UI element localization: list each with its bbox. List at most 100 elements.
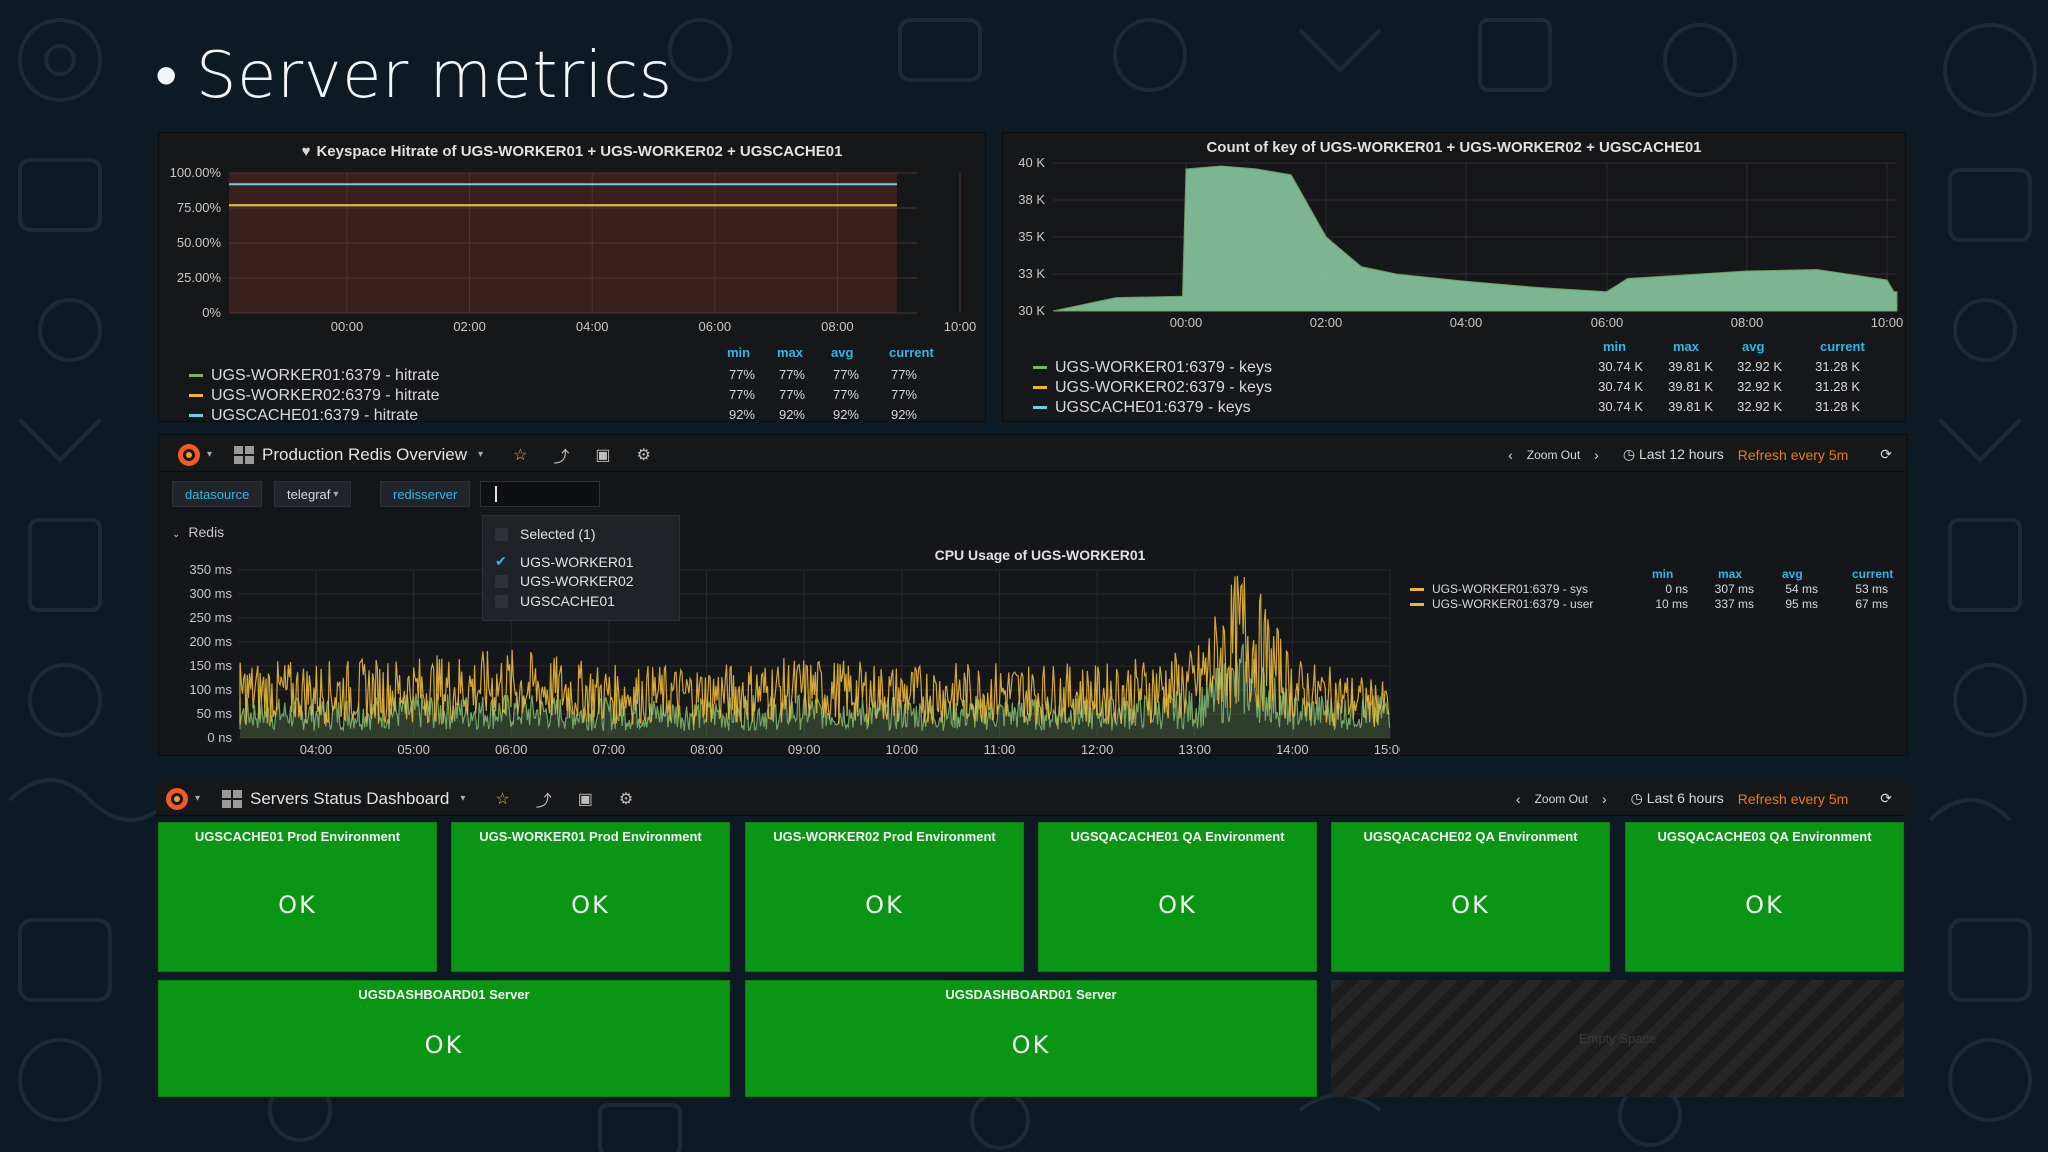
status-tile[interactable]: UGSQACACHE01 QA Environment OK — [1038, 822, 1317, 972]
var-telegraf-select[interactable]: telegraf ▾ — [274, 481, 352, 507]
x-tick-label: 10:00 — [886, 742, 919, 757]
slide-title: • Server metrics — [155, 38, 673, 113]
status-tile[interactable]: UGSDASHBOARD01 Server OK — [158, 980, 730, 1097]
zoom-out-button[interactable]: Zoom Out — [1527, 448, 1580, 462]
tile-title: UGSQACACHE02 QA Environment — [1363, 829, 1578, 844]
legend-swatch — [1033, 386, 1047, 390]
legend-value: 31.28 K — [1815, 379, 1860, 394]
redis-dashboard-picker[interactable]: Production Redis Overview ▾ — [234, 445, 483, 465]
refresh-icon[interactable]: ⟳ — [1880, 446, 1892, 463]
legend-swatch — [1033, 366, 1047, 370]
legend-value: 32.92 K — [1737, 399, 1782, 414]
legend-header: avg — [831, 345, 854, 360]
x-tick-label: 14:00 — [1276, 742, 1309, 757]
zoom-out-button[interactable]: Zoom Out — [1535, 792, 1588, 806]
clock-icon: ◷ — [1630, 790, 1647, 806]
keys-chart: 40 K 38 K 35 K 33 K 30 K 00:00 02:00 04:00 06:00… — [1018, 157, 1903, 330]
legend-value: 92% — [832, 407, 859, 422]
dashboard-grid-icon — [234, 445, 254, 464]
status-tile[interactable]: UGS-WORKER01 Prod Environment OK — [451, 822, 730, 972]
legend-value: 0 ns — [1665, 582, 1688, 596]
x-tick-label: 13:00 — [1178, 742, 1211, 757]
status-tile[interactable]: UGSDASHBOARD01 Server OK — [745, 980, 1317, 1097]
status-dashboard-navbar: ▾ Servers Status Dashboard ▾ ☆ ⤴ ▣ ⚙ ‹ Z… — [156, 782, 1906, 816]
tile-status: OK — [1745, 891, 1784, 919]
dropdown-option[interactable]: ✔ UGS-WORKER01 — [495, 553, 634, 570]
series-area — [1052, 165, 1898, 312]
x-tick-label: 15:00 — [1374, 742, 1400, 757]
dropdown-option-label: UGS-WORKER02 — [520, 573, 634, 589]
legend-label: UGS-WORKER02:6379 - keys — [1055, 379, 1272, 396]
tile-status: OK — [1158, 891, 1197, 919]
status-tile[interactable]: UGSQACACHE03 QA Environment OK — [1625, 822, 1904, 972]
tile-title: UGS-WORKER01 Prod Environment — [479, 829, 702, 844]
status-dashboard-picker[interactable]: Servers Status Dashboard ▾ — [222, 789, 465, 809]
time-range-picker[interactable]: ◷ Last 12 hours — [1623, 446, 1724, 463]
share-icon[interactable]: ⤴ — [553, 443, 569, 467]
grafana-logo-icon[interactable]: ▾ — [162, 784, 200, 814]
chevron-down-icon: ▾ — [460, 793, 466, 804]
save-icon[interactable]: ▣ — [595, 445, 610, 465]
y-tick-label: 300 ms — [189, 586, 232, 601]
keys-panel: Count of key of UGS-WORKER01 + UGS-WORKE… — [1002, 132, 1906, 422]
status-tile[interactable]: UGS-WORKER02 Prod Environment OK — [745, 822, 1024, 972]
x-tick-label: 10:00 — [944, 319, 977, 334]
status-dashboard-title: Servers Status Dashboard — [250, 788, 450, 808]
slide-title-text: Server metrics — [195, 39, 673, 113]
legend-item[interactable]: UGSCACHE01:6379 - hitrate — [189, 407, 418, 425]
y-tick-label: 0 ns — [207, 730, 232, 745]
star-icon[interactable]: ☆ — [513, 445, 527, 465]
dropdown-option-label: UGSCACHE01 — [520, 593, 615, 609]
refresh-interval[interactable]: Refresh every 5m — [1738, 447, 1848, 463]
hitrate-chart: 100.00% 75.00% 50.00% 25.00% 0% 00:00 02:00 04:… — [170, 165, 977, 334]
legend-item[interactable]: UGS-WORKER02:6379 - keys — [1033, 379, 1272, 397]
legend-value: 39.81 K — [1668, 379, 1713, 394]
legend-item[interactable]: UGS-WORKER01:6379 - user — [1410, 597, 1593, 611]
y-tick-label: 100 ms — [189, 682, 232, 697]
status-time-controls: ‹ Zoom Out › ◷ Last 6 hours Refresh ever… — [1516, 790, 1892, 807]
dropdown-option[interactable]: UGSCACHE01 — [495, 593, 615, 609]
star-icon[interactable]: ☆ — [495, 789, 509, 809]
legend-item[interactable]: UGS-WORKER02:6379 - hitrate — [189, 387, 440, 405]
legend-item[interactable]: UGS-WORKER01:6379 - hitrate — [189, 367, 440, 385]
tile-status: OK — [865, 891, 904, 919]
legend-item[interactable]: UGS-WORKER01:6379 - sys — [1410, 582, 1588, 596]
dropdown-option[interactable]: UGS-WORKER02 — [495, 573, 634, 589]
gear-icon[interactable]: ⚙ — [619, 789, 633, 809]
chevron-left-icon[interactable]: ‹ — [1508, 447, 1513, 463]
refresh-icon[interactable]: ⟳ — [1880, 790, 1892, 807]
tile-status: OK — [1451, 891, 1490, 919]
chevron-left-icon[interactable]: ‹ — [1516, 791, 1521, 807]
row-header-redis[interactable]: ⌄ Redis — [172, 524, 224, 540]
refresh-interval[interactable]: Refresh every 5m — [1738, 791, 1848, 807]
y-tick-label: 30 K — [1018, 303, 1045, 318]
status-tile[interactable]: UGSQACACHE02 QA Environment OK — [1331, 822, 1610, 972]
legend-value: 77% — [778, 367, 805, 382]
legend-swatch — [1410, 588, 1424, 592]
tile-title: UGSDASHBOARD01 Server — [358, 987, 530, 1002]
hitrate-panel: ♥ Keyspace Hitrate of UGS-WORKER01 + UGS-… — [158, 132, 986, 425]
dropdown-selected-toggle[interactable]: Selected (1) — [495, 526, 595, 542]
var-redisserver-input[interactable] — [480, 481, 600, 507]
grafana-logo-icon[interactable]: ▾ — [174, 440, 212, 470]
status-tile[interactable]: UGSCACHE01 Prod Environment OK — [158, 822, 437, 972]
x-tick-label: 08:00 — [690, 742, 723, 757]
checkbox — [495, 574, 508, 588]
hitrate-title-text: Keyspace Hitrate of UGS-WORKER01 + UGS-W… — [316, 143, 843, 160]
tile-title: UGSDASHBOARD01 Server — [945, 987, 1117, 1002]
y-tick-label: 200 ms — [189, 634, 232, 649]
legend-value: 337 ms — [1714, 597, 1754, 611]
legend-item[interactable]: UGSCACHE01:6379 - keys — [1033, 399, 1251, 417]
chevron-down-icon: ▾ — [478, 449, 484, 460]
share-icon[interactable]: ⤴ — [536, 787, 552, 811]
chevron-right-icon[interactable]: › — [1594, 447, 1599, 463]
legend-header: avg — [1782, 567, 1803, 581]
legend-item[interactable]: UGS-WORKER01:6379 - keys — [1033, 359, 1272, 377]
gear-icon[interactable]: ⚙ — [637, 445, 651, 465]
time-range-picker[interactable]: ◷ Last 6 hours — [1631, 790, 1724, 807]
x-tick-label: 00:00 — [331, 319, 364, 334]
chevron-right-icon[interactable]: › — [1602, 791, 1607, 807]
x-tick-label: 04:00 — [576, 319, 609, 334]
legend-header: max — [1673, 339, 1700, 354]
save-icon[interactable]: ▣ — [578, 789, 593, 809]
